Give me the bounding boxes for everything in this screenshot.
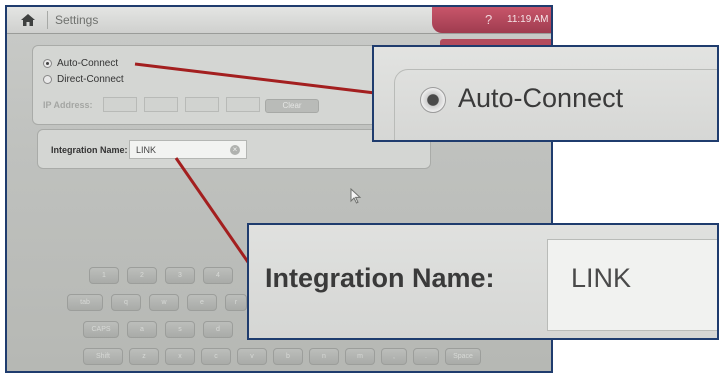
zoomed-radio-icon [420,87,446,113]
zoomed-auto-connect-label: Auto-Connect [458,83,624,113]
callout-line-integration [174,157,252,266]
zoomed-integration-value: LINK [571,263,632,293]
callout-line-auto-connect [134,62,376,95]
zoom-callout-auto-connect: Auto-Connect [372,45,719,142]
zoom-callout-integration: Integration Name: LINK [247,223,719,340]
zoomed-integration-label: Integration Name: [265,263,495,293]
